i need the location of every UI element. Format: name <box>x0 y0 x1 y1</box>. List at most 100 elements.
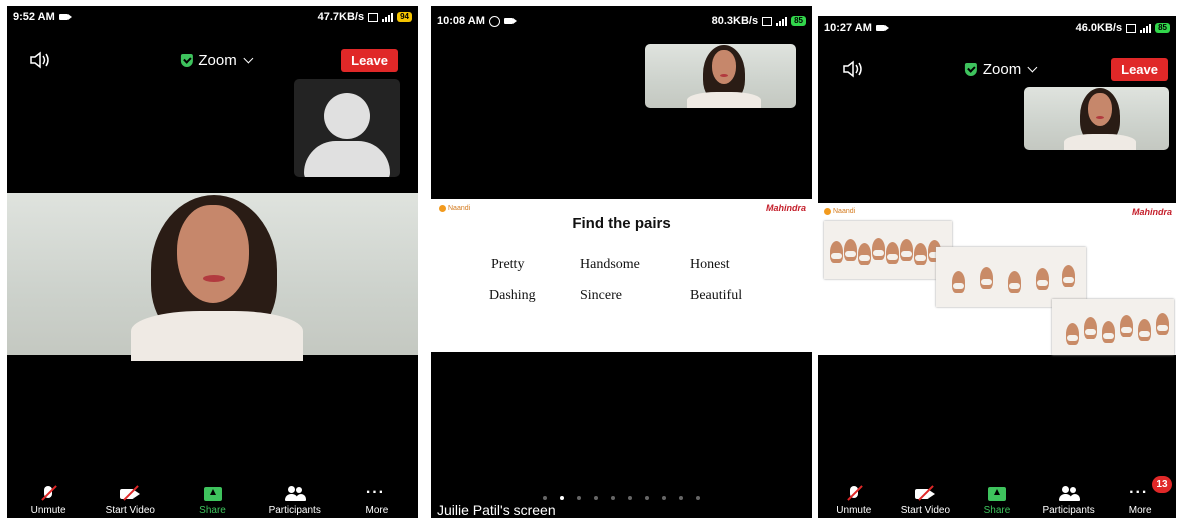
meeting-title[interactable]: Zoom <box>180 51 254 69</box>
word-item: Sincere <box>580 288 622 303</box>
mic-muted-icon <box>843 485 865 502</box>
status-bar: 9:52 AM 47.7KB/s 94 <box>7 6 418 28</box>
more-icon: ··· <box>365 484 385 501</box>
more-button[interactable]: ··· More <box>336 482 418 518</box>
mahindra-logo: Mahindra <box>765 203 806 213</box>
status-bar: 10:08 AM 80.3KB/s 85 <box>431 10 812 32</box>
volte-icon <box>762 16 773 26</box>
page-dot[interactable] <box>628 496 632 500</box>
share-screen-icon <box>986 486 1008 502</box>
self-view-thumbnail[interactable] <box>294 79 400 177</box>
babies-photo-2 <box>936 247 1086 307</box>
start-video-label: Start Video <box>105 505 155 516</box>
thumbnail-person <box>1064 87 1136 150</box>
signal-icon <box>1140 23 1152 33</box>
naandi-logo: Naandi <box>824 208 855 215</box>
signal-icon <box>382 12 394 22</box>
self-view-thumbnail[interactable] <box>645 44 796 108</box>
word-item: Handsome <box>580 257 640 272</box>
status-time: 9:52 AM <box>13 11 55 23</box>
page-dot[interactable] <box>543 496 547 500</box>
unmute-label: Unmute <box>836 505 872 516</box>
leave-button[interactable]: Leave <box>341 48 398 72</box>
babies-photo-1 <box>824 221 952 279</box>
video-off-icon <box>914 485 936 502</box>
shared-slide: Naandi Mahindra <box>818 203 1176 355</box>
meeting-title-label: Zoom <box>198 51 237 69</box>
speaker-icon[interactable] <box>842 60 864 78</box>
camera-icon <box>58 14 72 20</box>
self-view-thumbnail[interactable] <box>1024 87 1169 150</box>
mahindra-logo: Mahindra <box>1131 207 1172 217</box>
participants-label: Participants <box>268 505 321 516</box>
slide-title: Find the pairs <box>572 215 671 232</box>
more-button[interactable]: ··· 13 More <box>1104 476 1176 518</box>
word-item: Dashing <box>489 288 536 303</box>
page-dot[interactable] <box>662 496 666 500</box>
volte-icon <box>1126 23 1137 33</box>
network-speed: 46.0KB/s <box>1075 22 1123 34</box>
camera-icon <box>875 25 889 31</box>
share-label: Share <box>983 505 1011 516</box>
share-label: Share <box>199 505 226 516</box>
meeting-title[interactable]: Zoom <box>964 60 1038 78</box>
whatsapp-icon <box>488 15 500 27</box>
main-video <box>7 193 418 361</box>
shield-icon <box>180 53 193 67</box>
page-dot[interactable] <box>560 496 564 500</box>
speaker-person <box>131 193 303 361</box>
notification-badge: 13 <box>1151 476 1172 493</box>
page-dot[interactable] <box>696 496 700 500</box>
share-screen-icon <box>202 486 224 502</box>
meeting-top-bar: Zoom Leave <box>7 45 418 75</box>
participants-icon <box>284 486 306 502</box>
meeting-title-label: Zoom <box>982 60 1022 78</box>
unmute-label: Unmute <box>30 505 66 516</box>
word-item: Beautiful <box>690 288 743 303</box>
mic-muted-icon <box>37 485 59 502</box>
participants-icon <box>1058 486 1080 502</box>
share-button[interactable]: Share <box>961 482 1033 518</box>
start-video-button[interactable]: Start Video <box>89 482 171 518</box>
page-dot[interactable] <box>645 496 649 500</box>
more-label: More <box>1128 505 1152 516</box>
start-video-button[interactable]: Start Video <box>890 482 962 518</box>
network-speed: 47.7KB/s <box>317 11 365 23</box>
video-off-icon <box>119 485 141 502</box>
participants-label: Participants <box>1042 505 1095 516</box>
more-label: More <box>365 505 389 516</box>
thumbnail-person <box>687 44 761 108</box>
page-dot[interactable] <box>577 496 581 500</box>
share-button[interactable]: Share <box>171 482 253 518</box>
page-dot[interactable] <box>611 496 615 500</box>
unmute-button[interactable]: Unmute <box>818 482 890 518</box>
word-item: Honest <box>690 257 730 272</box>
speaker-icon[interactable] <box>29 51 51 69</box>
shield-icon <box>964 62 977 76</box>
volte-icon <box>368 12 379 22</box>
meeting-toolbar: Unmute Start Video Share Participants ··… <box>818 476 1176 518</box>
status-bar: 10:27 AM 46.0KB/s 85 <box>818 17 1176 39</box>
more-icon: ··· <box>1129 484 1149 501</box>
avatar-placeholder-icon <box>324 93 370 139</box>
phone-screen-1: 9:52 AM 47.7KB/s 94 Zoom Leave Unmute St… <box>7 6 418 518</box>
battery-icon: 85 <box>791 16 806 26</box>
phone-screen-2: 10:08 AM 80.3KB/s 85 Naandi Mahindra Fin… <box>431 6 812 518</box>
participants-button[interactable]: Participants <box>254 482 336 518</box>
start-video-label: Start Video <box>900 505 951 516</box>
phone-screen-3: 10:27 AM 46.0KB/s 85 Zoom Leave Naandi M… <box>818 16 1176 518</box>
participants-button[interactable]: Participants <box>1033 482 1105 518</box>
word-item: Pretty <box>491 257 525 272</box>
unmute-button[interactable]: Unmute <box>7 482 89 518</box>
screen-owner-label: Juilie Patil's screen <box>437 502 556 518</box>
babies-photo-3 <box>1052 299 1174 355</box>
status-time: 10:27 AM <box>824 22 872 34</box>
page-dot[interactable] <box>594 496 598 500</box>
battery-icon: 94 <box>397 12 412 22</box>
page-dot[interactable] <box>679 496 683 500</box>
page-indicator[interactable] <box>431 496 812 500</box>
battery-icon: 85 <box>1155 23 1170 33</box>
network-speed: 80.3KB/s <box>711 15 759 27</box>
leave-button[interactable]: Leave <box>1111 57 1168 81</box>
shared-slide: Naandi Mahindra Find the pairs Pretty Ha… <box>431 199 812 352</box>
